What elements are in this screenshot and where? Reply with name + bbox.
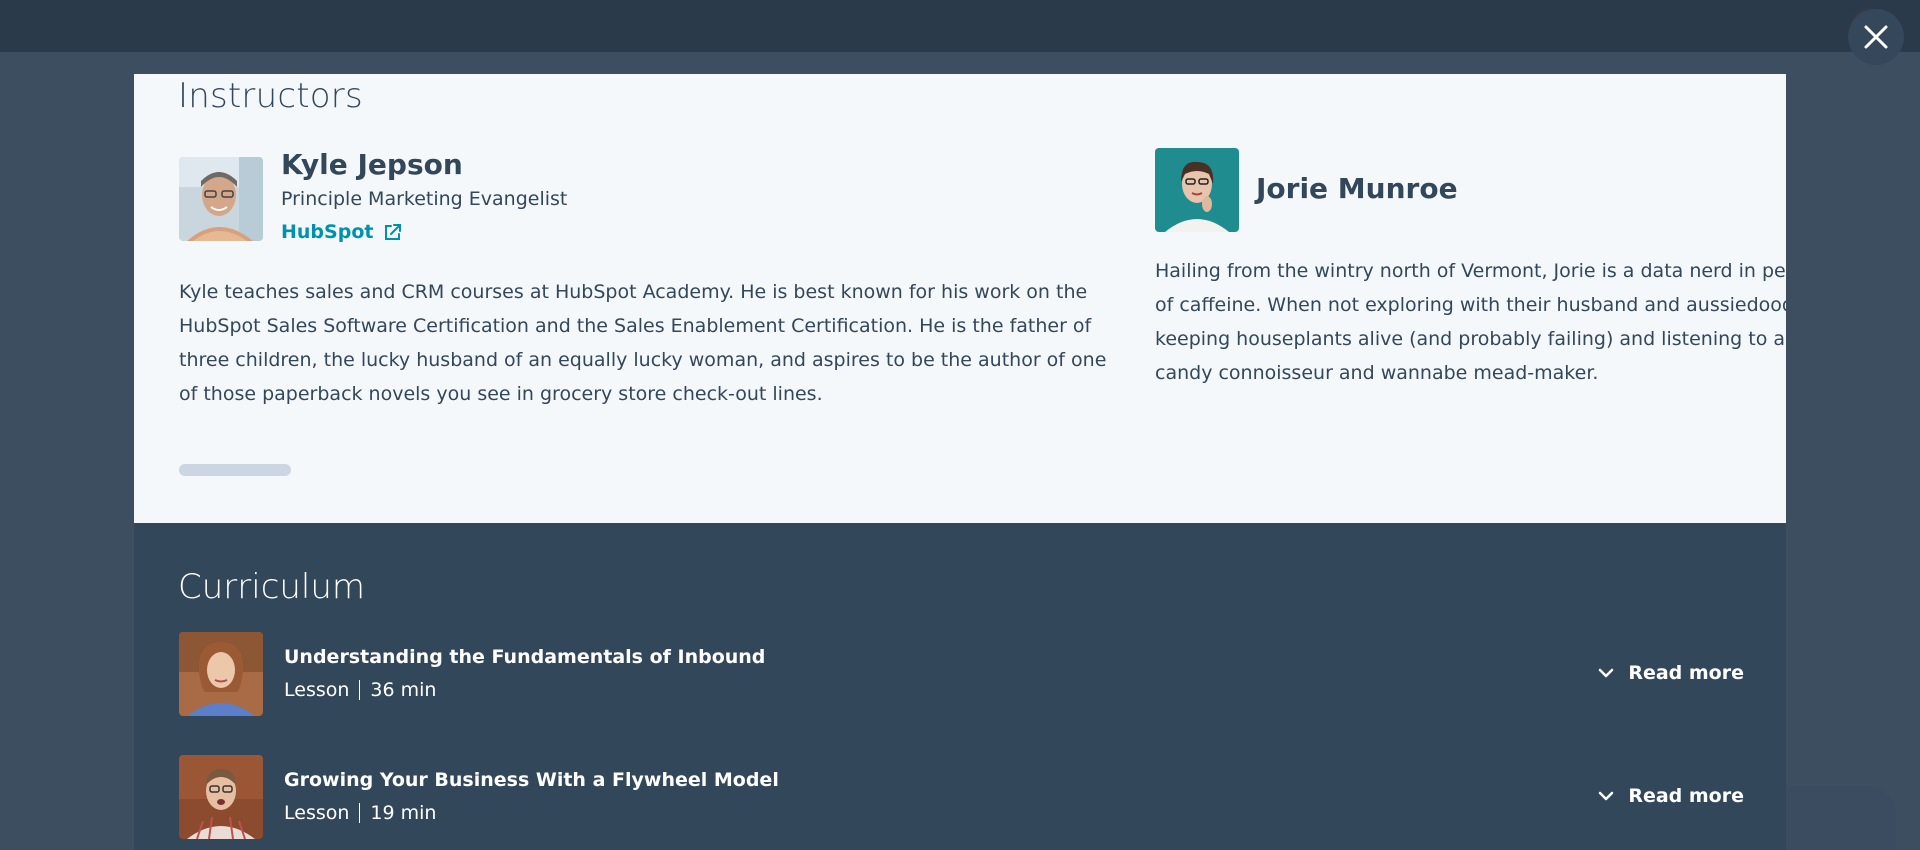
curriculum-section: Curriculum Understanding the Fundamental… (134, 523, 1786, 850)
instructor-role: Principle Marketing Evangelist (281, 188, 568, 210)
close-icon (1864, 25, 1888, 49)
backdrop-navigation (0, 0, 1920, 52)
lesson-duration: 36 min (370, 679, 437, 701)
curriculum-heading: Curriculum (178, 567, 366, 607)
lesson-duration: 19 min (370, 802, 437, 824)
external-link-icon (385, 223, 402, 240)
lesson-type: Lesson (284, 679, 350, 701)
meta-divider (359, 680, 361, 700)
chevron-down-icon (1599, 668, 1614, 678)
course-modal: Instructors Kyle Jepson Principle Market… (134, 74, 1786, 850)
read-more-label: Read more (1628, 662, 1744, 684)
instructor-name: Jorie Munroe (1256, 172, 1458, 205)
instructor-name: Kyle Jepson (281, 148, 463, 181)
lesson-thumbnail (179, 632, 263, 716)
lesson-meta: Lesson 19 min (284, 802, 436, 824)
instructors-heading: Instructors (178, 76, 363, 116)
lesson-item: Understanding the Fundamentals of Inboun… (179, 632, 1744, 716)
read-more-button[interactable]: Read more (1598, 662, 1744, 684)
lesson-thumbnail (179, 755, 263, 839)
read-more-label: Read more (1628, 785, 1744, 807)
lesson-title[interactable]: Understanding the Fundamentals of Inboun… (284, 646, 765, 668)
lesson-title[interactable]: Growing Your Business With a Flywheel Mo… (284, 769, 779, 791)
chevron-down-icon (1599, 791, 1614, 801)
instructors-section: Instructors Kyle Jepson Principle Market… (134, 74, 1786, 523)
lesson-meta: Lesson 36 min (284, 679, 436, 701)
instructor-avatar (1155, 148, 1239, 232)
meta-divider (359, 803, 361, 823)
instructor-company-label: HubSpot (281, 221, 374, 243)
read-more-button[interactable]: Read more (1598, 785, 1744, 807)
instructor-bio: Hailing from the wintry north of Vermont… (1155, 260, 1786, 384)
instructor-avatar (179, 157, 263, 241)
close-button[interactable] (1848, 9, 1904, 65)
lesson-item: Growing Your Business With a Flywheel Mo… (179, 755, 1744, 839)
carousel-scrollbar[interactable] (179, 464, 291, 476)
instructor-company-link[interactable]: HubSpot (281, 221, 402, 243)
lesson-type: Lesson (284, 802, 350, 824)
instructor-bio: Kyle teaches sales and CRM courses at Hu… (179, 281, 1107, 405)
